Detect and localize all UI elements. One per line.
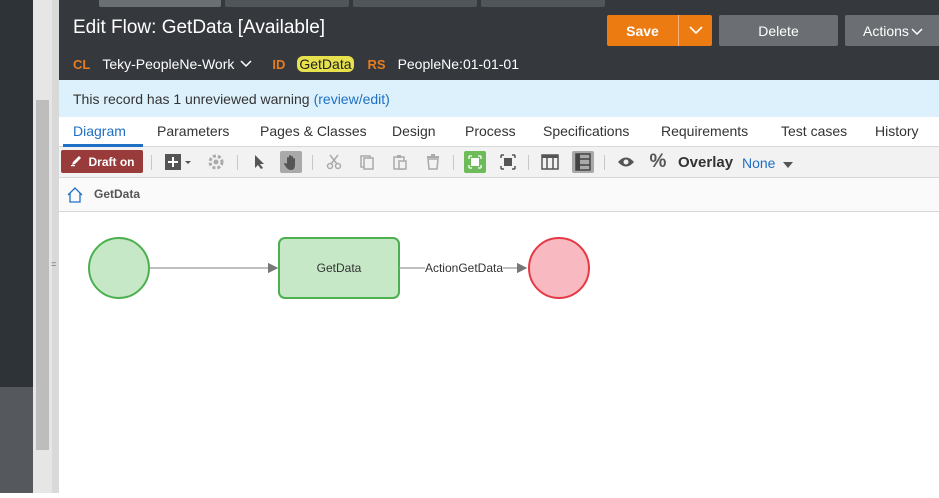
copy-icon[interactable] xyxy=(356,151,378,173)
left-gutter: = xyxy=(0,0,59,493)
toolbar-separator xyxy=(604,155,605,170)
header: Edit Flow: GetData [Available] CL Teky-P… xyxy=(59,0,939,80)
doc-tab[interactable] xyxy=(481,0,605,7)
page-title: Edit Flow: GetData [Available] xyxy=(73,17,326,38)
chevron-down-icon xyxy=(688,22,703,40)
tab-design[interactable]: Design xyxy=(392,123,436,139)
overlay-value: None xyxy=(742,155,776,171)
review-edit-link[interactable]: (review/edit) xyxy=(314,91,390,107)
toolbar-separator xyxy=(312,155,313,170)
document-tabs xyxy=(59,0,939,7)
caret-down-icon xyxy=(783,155,794,171)
delete-icon[interactable] xyxy=(422,151,444,173)
fit-icon[interactable] xyxy=(464,151,486,173)
utility-node-label: GetData xyxy=(317,261,362,275)
tab-diagram[interactable]: Diagram xyxy=(73,123,126,139)
tab-pages-classes[interactable]: Pages & Classes xyxy=(260,123,367,139)
connector-label[interactable]: ActionGetData xyxy=(425,261,503,275)
rule-tabs: Diagram Parameters Pages & Classes Desig… xyxy=(59,117,939,147)
tab-process[interactable]: Process xyxy=(465,123,516,139)
id-key: ID xyxy=(272,56,286,72)
actions-label: Actions xyxy=(863,22,909,39)
percent-icon[interactable]: % xyxy=(647,151,669,173)
warning-banner: This record has 1 unreviewed warning (re… xyxy=(59,80,939,117)
doc-tab[interactable] xyxy=(353,0,477,7)
tab-requirements[interactable]: Requirements xyxy=(661,123,748,139)
splitter-grip-icon[interactable]: = xyxy=(51,260,58,270)
chevron-down-icon xyxy=(911,23,923,39)
breadcrumb-label[interactable]: GetData xyxy=(94,187,140,201)
doc-tab[interactable] xyxy=(225,0,349,7)
draft-label: Draft on xyxy=(88,154,135,169)
diagram-toolbar: Draft on % Overlay None xyxy=(59,147,939,178)
save-button[interactable]: Save xyxy=(607,15,678,46)
main-area: Edit Flow: GetData [Available] CL Teky-P… xyxy=(59,0,939,493)
warning-text: This record has 1 unreviewed warning xyxy=(73,90,310,107)
home-icon[interactable] xyxy=(66,186,84,209)
delete-button[interactable]: Delete xyxy=(719,15,838,46)
actions-button[interactable]: Actions xyxy=(845,15,939,46)
tab-parameters[interactable]: Parameters xyxy=(157,123,229,139)
toolbar-separator xyxy=(528,155,529,170)
hand-icon[interactable] xyxy=(280,151,302,173)
paste-icon[interactable] xyxy=(389,151,411,173)
toolbar-separator xyxy=(151,155,152,170)
end-node[interactable] xyxy=(528,237,590,299)
cut-icon[interactable] xyxy=(323,151,345,173)
overlay-label: Overlay xyxy=(678,154,734,171)
panel-splitter[interactable] xyxy=(52,0,59,493)
class-value[interactable]: Teky-PeopleNe-Work xyxy=(102,56,234,72)
rows-icon[interactable] xyxy=(572,151,594,173)
save-options-button[interactable] xyxy=(678,15,712,46)
columns-icon[interactable] xyxy=(539,151,561,173)
chevron-down-icon[interactable] xyxy=(240,57,252,71)
tab-specifications[interactable]: Specifications xyxy=(543,123,629,139)
left-panel-footer xyxy=(0,387,33,493)
breadcrumb: GetData xyxy=(59,178,939,212)
start-node[interactable] xyxy=(88,237,150,299)
tab-history[interactable]: History xyxy=(875,123,919,139)
draft-on-button[interactable]: Draft on xyxy=(61,150,143,173)
add-shape-icon[interactable] xyxy=(163,151,195,173)
doc-tab-active[interactable] xyxy=(99,0,221,7)
toolbar-separator xyxy=(237,155,238,170)
ruleset-key: RS xyxy=(367,56,386,72)
eye-icon[interactable] xyxy=(615,151,637,173)
id-value: GetData xyxy=(297,56,354,72)
pencil-icon xyxy=(70,154,83,170)
class-key: CL xyxy=(73,56,91,72)
ruleset-value: PeopleNe:01-01-01 xyxy=(397,56,519,72)
pointer-icon[interactable] xyxy=(248,151,270,173)
overlay-select[interactable]: None xyxy=(742,155,794,171)
settings-icon[interactable] xyxy=(205,151,227,173)
zoom-icon[interactable] xyxy=(497,151,519,173)
diagram-canvas[interactable]: GetData ActionGetData xyxy=(59,212,939,493)
record-meta: CL Teky-PeopleNe-Work ID GetData RS Peop… xyxy=(73,56,537,72)
toolbar-separator xyxy=(453,155,454,170)
tab-test-cases[interactable]: Test cases xyxy=(781,123,847,139)
scrollbar-thumb[interactable] xyxy=(36,100,49,450)
left-panel xyxy=(0,0,33,387)
